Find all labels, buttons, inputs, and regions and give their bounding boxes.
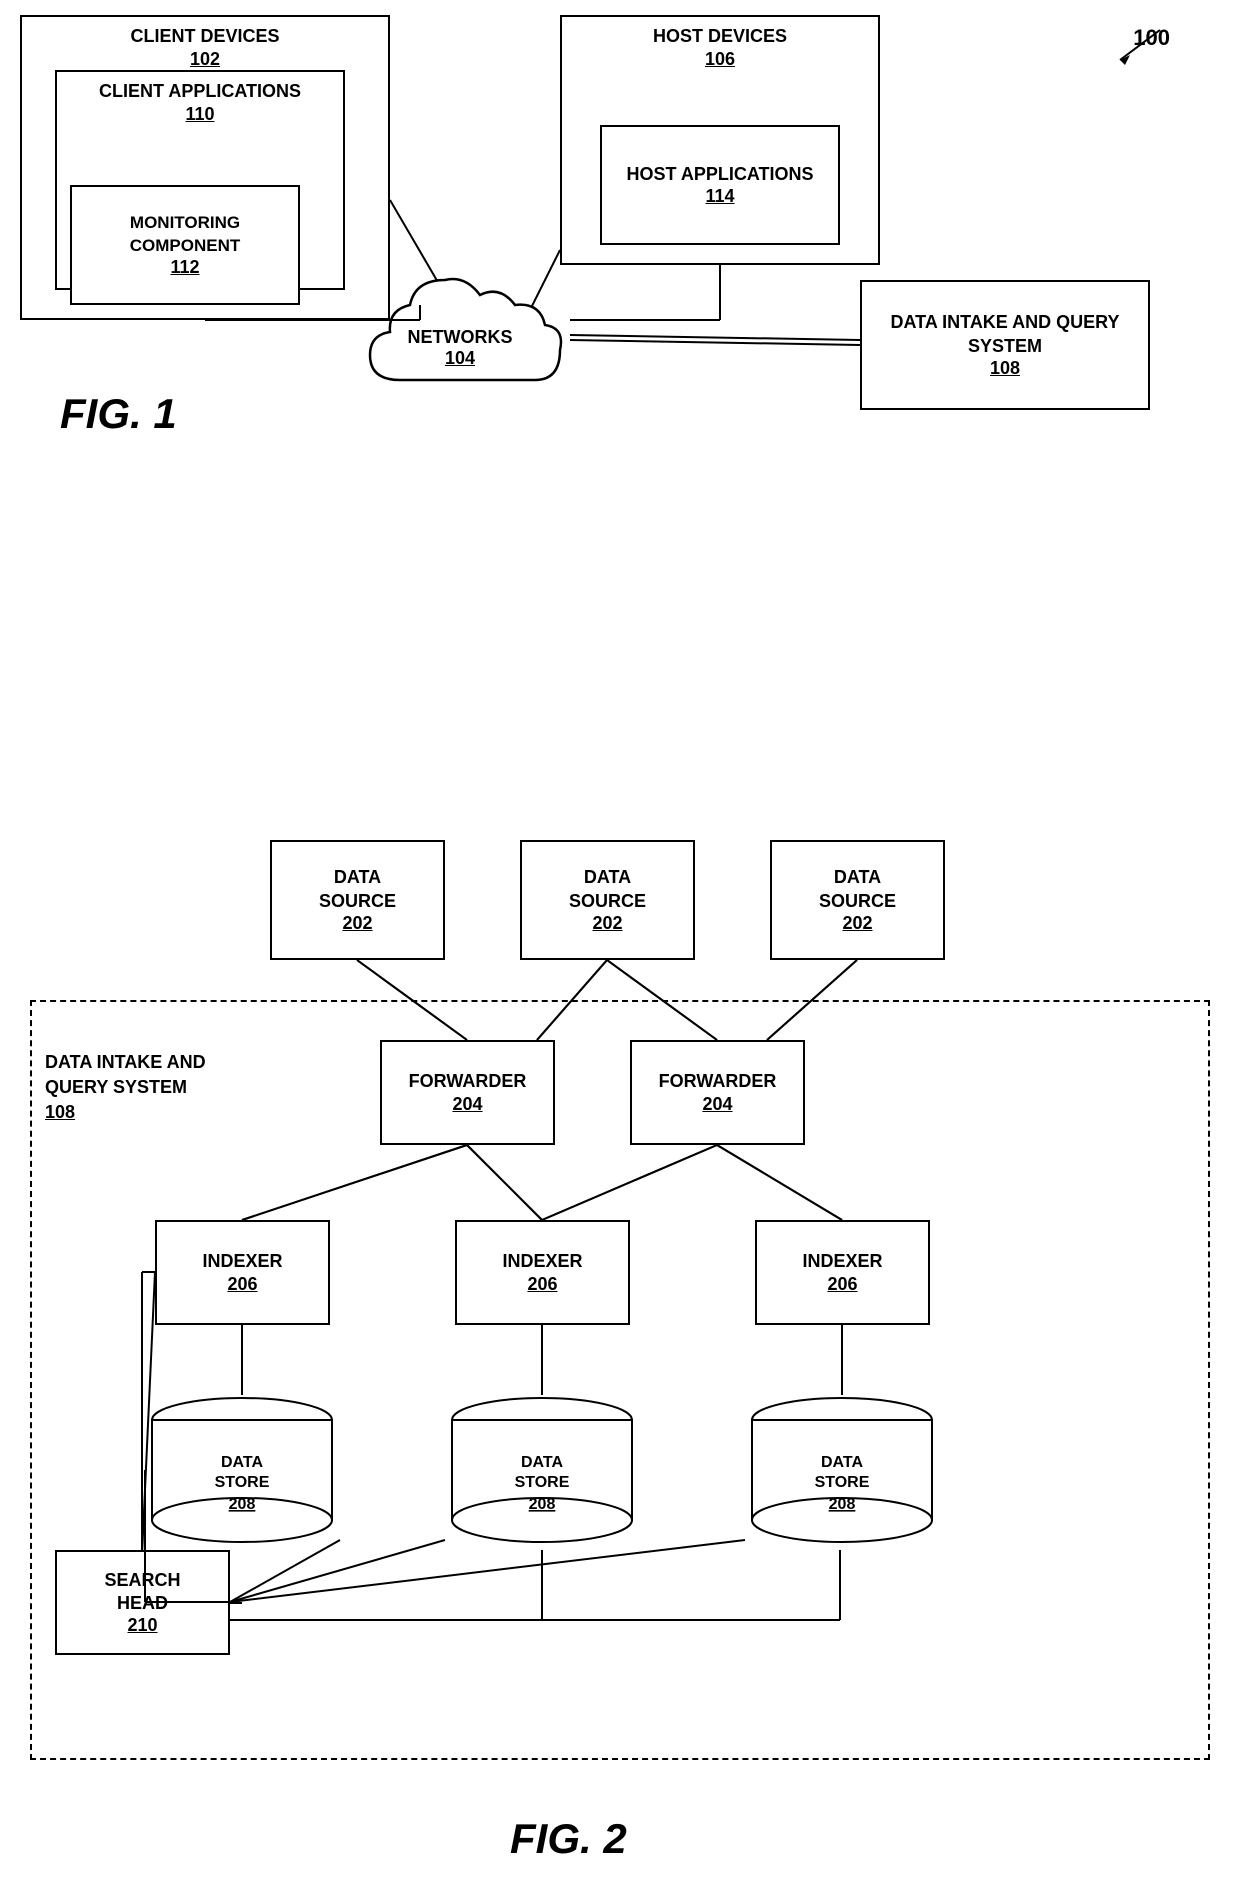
data-store-1: DATA STORE 208 bbox=[145, 1395, 340, 1550]
monitoring-component-box: MONITORING COMPONENT 112 bbox=[70, 185, 300, 305]
fwd1-label: FORWARDER bbox=[409, 1070, 527, 1093]
monitoring-component-label: MONITORING COMPONENT bbox=[82, 212, 288, 256]
svg-text:DATA: DATA bbox=[221, 1454, 264, 1471]
data-source-1-box: DATASOURCE 202 bbox=[270, 840, 445, 960]
ds3-id: 202 bbox=[842, 913, 872, 934]
svg-text:STORE: STORE bbox=[515, 1474, 570, 1491]
host-devices-label: HOST DEVICES bbox=[653, 25, 787, 48]
client-applications-id: 110 bbox=[185, 104, 214, 125]
idx1-label: INDEXER bbox=[202, 1250, 282, 1273]
search-head-label: SEARCHHEAD bbox=[104, 1569, 180, 1616]
ds3-label: DATASOURCE bbox=[819, 866, 896, 913]
data-store-2-shape: DATA STORE 208 bbox=[445, 1395, 640, 1550]
client-devices-id: 102 bbox=[190, 49, 220, 70]
data-store-3: DATA STORE 208 bbox=[745, 1395, 940, 1550]
data-store-2: DATA STORE 208 bbox=[445, 1395, 640, 1550]
fwd1-id: 204 bbox=[452, 1094, 482, 1115]
idx2-id: 206 bbox=[527, 1274, 557, 1295]
diq-system-label: DATA INTAKE AND QUERY SYSTEM 108 bbox=[45, 1050, 225, 1126]
svg-text:208: 208 bbox=[529, 1496, 556, 1513]
svg-text:208: 208 bbox=[229, 1496, 256, 1513]
svg-text:DATA: DATA bbox=[521, 1454, 564, 1471]
client-applications-label: CLIENT APPLICATIONS bbox=[99, 80, 301, 103]
fwd2-id: 204 bbox=[702, 1094, 732, 1115]
forwarder-1-box: FORWARDER 204 bbox=[380, 1040, 555, 1145]
data-source-3-box: DATASOURCE 202 bbox=[770, 840, 945, 960]
search-head-id: 210 bbox=[127, 1615, 157, 1636]
host-applications-box: HOST APPLICATIONS 114 bbox=[600, 125, 840, 245]
data-intake-fig1-box: DATA INTAKE AND QUERY SYSTEM 108 bbox=[860, 280, 1150, 410]
data-store-1-shape: DATA STORE 208 bbox=[145, 1395, 340, 1550]
data-store-3-shape: DATA STORE 208 bbox=[745, 1395, 940, 1550]
networks-label: NETWORKS 104 bbox=[408, 327, 513, 370]
host-applications-id: 114 bbox=[705, 186, 734, 207]
fig1-caption: FIG. 1 bbox=[60, 390, 177, 438]
data-intake-fig1-id: 108 bbox=[990, 358, 1020, 379]
monitoring-component-id: 112 bbox=[170, 257, 199, 278]
search-head-box: SEARCHHEAD 210 bbox=[55, 1550, 230, 1655]
host-devices-id: 106 bbox=[705, 49, 735, 70]
svg-text:208: 208 bbox=[829, 1496, 856, 1513]
data-source-2-box: DATASOURCE 202 bbox=[520, 840, 695, 960]
ds2-label: DATASOURCE bbox=[569, 866, 646, 913]
svg-text:STORE: STORE bbox=[815, 1474, 870, 1491]
ds2-id: 202 bbox=[592, 913, 622, 934]
svg-text:DATA: DATA bbox=[821, 1454, 864, 1471]
diagram-container: 100 CLIENT DEVICES 102 CLIENT APPLICATIO… bbox=[0, 0, 1240, 1889]
indexer-2-box: INDEXER 206 bbox=[455, 1220, 630, 1325]
fig2-caption: FIG. 2 bbox=[510, 1815, 627, 1863]
data-intake-fig1-label: DATA INTAKE AND QUERY SYSTEM bbox=[872, 311, 1138, 358]
fwd2-label: FORWARDER bbox=[659, 1070, 777, 1093]
networks-cloud: NETWORKS 104 bbox=[350, 250, 570, 410]
ds1-id: 202 bbox=[342, 913, 372, 934]
svg-text:STORE: STORE bbox=[215, 1474, 270, 1491]
host-applications-label: HOST APPLICATIONS bbox=[626, 163, 813, 186]
idx2-label: INDEXER bbox=[502, 1250, 582, 1273]
idx3-label: INDEXER bbox=[802, 1250, 882, 1273]
forwarder-2-box: FORWARDER 204 bbox=[630, 1040, 805, 1145]
indexer-1-box: INDEXER 206 bbox=[155, 1220, 330, 1325]
ds1-label: DATASOURCE bbox=[319, 866, 396, 913]
client-devices-label: CLIENT DEVICES bbox=[130, 25, 279, 48]
ref-label: 100 bbox=[1133, 25, 1170, 51]
figure-ref: 100 bbox=[1100, 20, 1180, 76]
idx1-id: 206 bbox=[227, 1274, 257, 1295]
indexer-3-box: INDEXER 206 bbox=[755, 1220, 930, 1325]
idx3-id: 206 bbox=[827, 1274, 857, 1295]
